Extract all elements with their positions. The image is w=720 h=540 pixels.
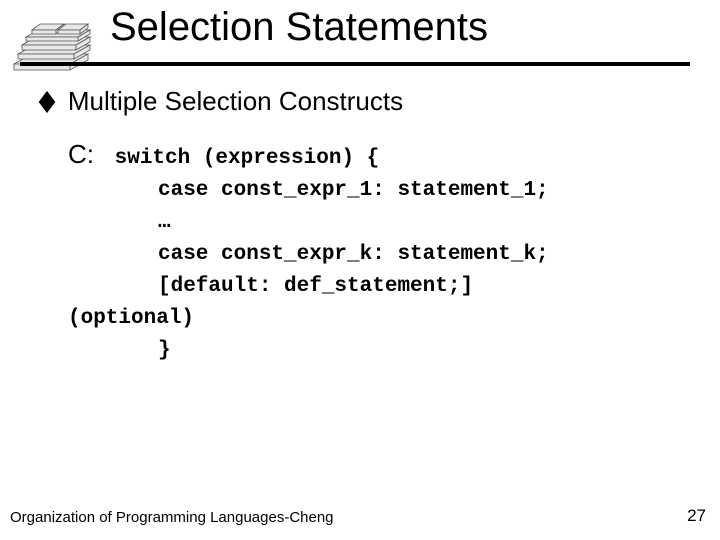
language-label: C: — [68, 139, 94, 169]
slide-content: ◆ Multiple Selection Constructs C: switc… — [40, 86, 680, 367]
code-block: C: switch (expression) { case const_expr… — [68, 138, 680, 367]
title-underline — [20, 62, 690, 66]
code-line-6: (optional) — [68, 303, 680, 335]
page-number: 27 — [687, 506, 706, 526]
code-line-3: … — [68, 207, 680, 239]
code-line-5: [default: def_statement;] — [68, 271, 680, 303]
code-line-2: case const_expr_1: statement_1; — [68, 175, 680, 207]
footer-text: Organization of Programming Languages-Ch… — [10, 509, 334, 526]
code-line-1: switch (expression) { — [115, 147, 380, 170]
bullet-text: Multiple Selection Constructs — [68, 86, 403, 116]
code-line-4: case const_expr_k: statement_k; — [68, 239, 680, 271]
bullet-marker: ◆ — [39, 78, 56, 123]
code-line-7: } — [68, 335, 680, 367]
slide-title: Selection Statements — [110, 5, 488, 50]
stacked-books-icon — [8, 14, 96, 78]
